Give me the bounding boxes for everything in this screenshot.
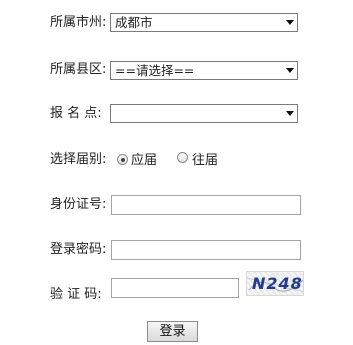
chevron-down-icon[interactable] [283, 62, 297, 79]
password-label: 登录密码: [50, 242, 107, 257]
captcha-label: 验 证 码: [50, 287, 102, 302]
radio-previous-session[interactable] [177, 152, 188, 163]
radio-current-session[interactable] [117, 154, 128, 165]
id-number-input[interactable] [111, 195, 301, 215]
session-label: 选择届别: [50, 152, 107, 167]
radio-selected-dot [120, 157, 125, 162]
site-label: 报 名 点: [50, 106, 102, 121]
captcha-image[interactable]: N248 [246, 271, 304, 296]
captcha-text: N248 [252, 274, 303, 293]
city-label: 所属市州: [50, 15, 107, 30]
captcha-input[interactable] [111, 278, 239, 298]
county-select[interactable]: ==请选择== [110, 61, 298, 80]
id-number-label: 身份证号: [50, 197, 107, 212]
county-label: 所属县区: [50, 62, 107, 77]
county-select-value: ==请选择== [115, 63, 195, 78]
city-select[interactable]: 成都市 [110, 13, 298, 32]
chevron-down-icon[interactable] [283, 14, 297, 31]
radio-current-session-label[interactable]: 应届 [131, 153, 157, 169]
radio-previous-session-label[interactable]: 往届 [192, 153, 218, 169]
password-input[interactable] [111, 240, 301, 260]
login-button[interactable]: 登录 [147, 321, 198, 342]
site-select[interactable] [110, 104, 298, 123]
chevron-down-icon[interactable] [283, 105, 297, 122]
city-select-value: 成都市 [115, 15, 153, 30]
